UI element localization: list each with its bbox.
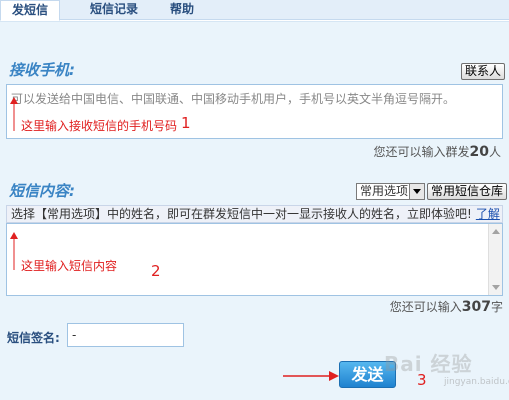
sms-library-button[interactable]: 常用短信仓库 [427, 183, 508, 200]
annotation-arrow-up-icon [10, 232, 18, 270]
name-merge-hint: 选择【常用选项】中的姓名，即可在群发短信中一对一显示接收人的姓名，立即体验吧! 了… [6, 205, 503, 223]
tab-sms-history[interactable]: 短信记录 [84, 0, 144, 20]
character-counter-value: 307 [461, 299, 491, 315]
message-title: 短信内容: [9, 182, 75, 200]
annotation-arrow-up-icon [10, 97, 18, 131]
annotation-content-note: 这里输入短信内容 [21, 259, 118, 273]
tab-help[interactable]: 帮助 [162, 0, 202, 20]
receiver-title: 接收手机: [9, 61, 75, 79]
tab-bar: 发短信 短信记录 帮助 [0, 0, 509, 21]
character-counter-prefix: 您还可以输入 [389, 300, 462, 314]
common-options-value: 常用选项 [360, 184, 409, 198]
recipient-counter-value: 20 [469, 144, 489, 160]
contacts-button[interactable]: 联系人 [461, 63, 506, 80]
character-counter: 您还可以输入307字 [390, 298, 503, 315]
chevron-down-icon[interactable] [409, 184, 424, 199]
annotation-step-2: 2 [151, 262, 161, 280]
baidu-watermark-url: jingyan.baidu.com [444, 377, 509, 387]
annotation-step-1: 1 [181, 114, 191, 132]
annotation-phone-note: 这里输入接收短信的手机号码 [21, 119, 178, 133]
recipient-counter: 您还可以输入群发20人 [373, 143, 501, 160]
baidu-watermark: Bai 经验 [384, 352, 473, 376]
message-scrollbar[interactable] [488, 224, 502, 295]
learn-more-link[interactable]: 了解 [476, 207, 500, 221]
tab-send-sms[interactable]: 发短信 [0, 0, 60, 21]
phone-input-placeholder: 可以发送给中国电信、中国联通、中国移动手机用户，手机号以英文半角逗号隔开。 [11, 92, 456, 106]
hint-text: 选择【常用选项】中的姓名，即可在群发短信中一对一显示接收人的姓名，立即体验吧! [11, 207, 472, 221]
scroll-down-icon[interactable] [492, 285, 500, 290]
character-counter-suffix: 字 [490, 300, 503, 314]
recipient-counter-suffix: 人 [488, 145, 501, 159]
signature-label: 短信签名: [7, 331, 60, 345]
recipient-counter-prefix: 您还可以输入群发 [373, 145, 470, 159]
signature-input[interactable]: - [67, 323, 184, 347]
common-options-select[interactable]: 常用选项 [356, 183, 425, 200]
annotation-arrow-right-icon [283, 371, 339, 381]
scroll-up-icon[interactable] [492, 229, 500, 234]
